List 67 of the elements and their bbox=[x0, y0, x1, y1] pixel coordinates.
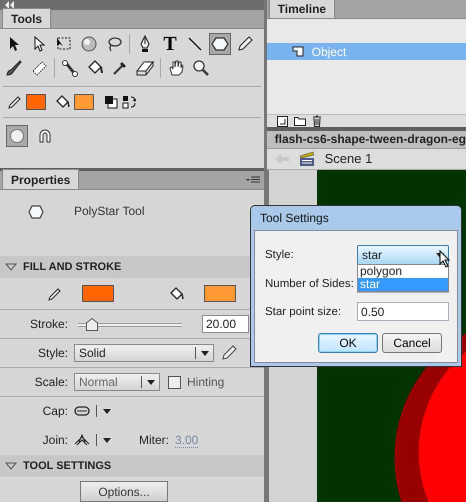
tool-button[interactable] bbox=[59, 57, 81, 80]
dialog-button[interactable]: Cancel bbox=[382, 333, 442, 353]
style-label: Style: bbox=[36, 346, 68, 360]
collapse-triangle-icon bbox=[5, 263, 17, 271]
dropdown-option[interactable]: polygon bbox=[358, 265, 448, 278]
collapse-triangle-icon bbox=[5, 462, 17, 470]
tools-tab[interactable]: Tools bbox=[2, 8, 52, 28]
dialog-title: Tool Settings bbox=[259, 210, 330, 227]
caret-icon[interactable] bbox=[103, 438, 111, 442]
tool-button[interactable] bbox=[209, 33, 231, 56]
bone-icon bbox=[61, 59, 79, 78]
cap-label: Cap: bbox=[42, 404, 68, 418]
field-label: Style: bbox=[265, 249, 295, 261]
magnifier-icon bbox=[192, 59, 210, 78]
panel-menu-icon[interactable] bbox=[246, 176, 260, 184]
hand-icon bbox=[167, 59, 185, 78]
stroke-label: Stroke: bbox=[28, 317, 68, 331]
color-swatch[interactable] bbox=[74, 94, 94, 110]
toggle-button[interactable] bbox=[6, 125, 28, 148]
circle-icon bbox=[9, 128, 25, 144]
options-button[interactable]: Options... bbox=[80, 481, 168, 502]
pencil-icon bbox=[48, 286, 62, 300]
clapperboard-icon bbox=[298, 150, 315, 167]
magnet-icon bbox=[38, 128, 52, 144]
paint-bucket-icon bbox=[170, 286, 184, 300]
color-swatch[interactable] bbox=[82, 285, 114, 302]
pencil-icon bbox=[236, 35, 254, 54]
brush-icon bbox=[5, 59, 23, 78]
field-label: Star point size: bbox=[265, 306, 342, 318]
field-label: Number of Sides: bbox=[265, 278, 355, 290]
text-field[interactable]: 0.50 bbox=[357, 302, 449, 321]
stroke-value-field[interactable]: 20.00 bbox=[202, 315, 249, 333]
swap-colors-icon[interactable] bbox=[122, 95, 136, 110]
tool-name: PolyStar Tool bbox=[74, 204, 144, 218]
color-swatch[interactable] bbox=[204, 285, 236, 302]
caret-icon[interactable] bbox=[103, 408, 111, 414]
hinting-checkbox[interactable] bbox=[168, 376, 181, 388]
timeline-tab[interactable]: Timeline bbox=[268, 0, 336, 18]
properties-tab[interactable]: Properties bbox=[2, 169, 80, 189]
default-colors-icon[interactable] bbox=[104, 95, 118, 110]
style-select[interactable]: star bbox=[357, 245, 449, 265]
pencil-icon[interactable] bbox=[220, 344, 238, 362]
pencil-icon bbox=[8, 95, 22, 110]
sphere-icon bbox=[80, 35, 98, 54]
caret-icon bbox=[147, 380, 155, 384]
slider-thumb[interactable] bbox=[86, 318, 98, 330]
cap-icon[interactable] bbox=[74, 406, 90, 416]
letter-icon: T bbox=[163, 34, 177, 54]
hexagon-icon bbox=[28, 204, 44, 220]
layer-icon bbox=[292, 46, 304, 57]
hexagon-icon bbox=[211, 35, 229, 54]
section-header[interactable]: TOOL SETTINGS bbox=[0, 455, 264, 477]
style-dropdown[interactable]: Solid bbox=[74, 344, 214, 362]
tool-button[interactable]: T bbox=[159, 33, 181, 56]
color-swatch[interactable] bbox=[26, 94, 46, 110]
join-icon[interactable] bbox=[74, 434, 90, 446]
join-label: Join: bbox=[42, 433, 68, 447]
scene-label[interactable]: Scene 1 bbox=[324, 151, 372, 166]
new-layer-icon[interactable] bbox=[276, 116, 288, 127]
hinting-label: Hinting bbox=[187, 375, 224, 389]
dialog-button[interactable]: OK bbox=[318, 333, 378, 353]
eraser-icon bbox=[136, 59, 154, 78]
caret-icon bbox=[201, 350, 209, 356]
trash-icon[interactable] bbox=[312, 115, 322, 128]
paint-bucket-icon bbox=[56, 95, 70, 110]
miter-label: Miter: bbox=[139, 433, 169, 447]
scale-label: Scale: bbox=[34, 375, 68, 389]
